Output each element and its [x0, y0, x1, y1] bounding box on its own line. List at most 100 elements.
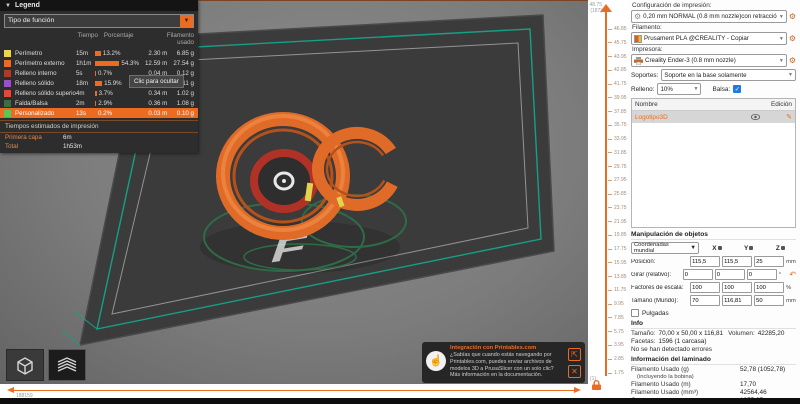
filter-dropdown-icon[interactable]: ▼ [180, 15, 193, 27]
feature-label: Perímetro externo [15, 59, 65, 67]
legend-title: Legend [14, 2, 40, 9]
chevron-down-icon: ▼ [778, 57, 784, 64]
move-slider-track[interactable] [14, 390, 574, 391]
y-input[interactable] [714, 269, 745, 280]
feature-color-swatch [4, 49, 11, 57]
feature-time: 15m [75, 49, 88, 57]
move-slider-left-handle[interactable] [7, 387, 14, 393]
sliced-value: 17,70 [740, 381, 756, 388]
total-label: Total [5, 143, 19, 150]
y-input[interactable] [722, 256, 753, 267]
view-type-value: Tipo de función [8, 17, 55, 24]
feature-filament: 12.59 m [144, 59, 168, 67]
coordinates-select[interactable]: Coordenadas mundial ▼ [631, 242, 699, 254]
manipulation-row-girar-relativo-: Girar (relativo): ° ↶ [631, 269, 796, 280]
manipulation-row-factores-de-escala-: Factores de escala:% [631, 282, 796, 293]
filament-gear-icon[interactable]: ⚙ [789, 34, 796, 44]
printer-select[interactable]: Creality Ender-3 (0.8 mm nozzle) ▼ [631, 54, 787, 67]
collapse-arrow-icon[interactable]: ▼ [5, 3, 11, 9]
lock-icon[interactable] [592, 377, 601, 395]
legend-row-relleno-solido-superior[interactable]: Relleno sólido superior 4m 3.7% 0.34 m 1.02 … [0, 88, 198, 98]
manipulation-label: Girar (relativo): [631, 271, 672, 278]
feature-label: Personalizado [15, 109, 55, 117]
layer-tick: 25.85 [608, 191, 627, 197]
move-slider[interactable]: 188159 188241 [0, 378, 588, 399]
profile-gear-icon: ⚙ [634, 11, 642, 21]
feature-label: Relleno interno [15, 69, 57, 77]
edit-object-icon[interactable]: ✎ [786, 113, 792, 121]
y-input[interactable] [722, 295, 753, 306]
x-input[interactable] [690, 295, 721, 306]
z-input[interactable] [754, 256, 785, 267]
feature-label: Perímetro [15, 49, 43, 57]
view-type-select[interactable]: Tipo de función ▼ [4, 14, 194, 28]
layers-view-button[interactable] [48, 349, 86, 381]
eye-icon[interactable] [751, 114, 761, 120]
sliced-row-filamento-usado-mm-: Filamento Usado (mm³) 42564,46 [631, 389, 796, 396]
sliced-row-filamento-usado-g-: Filamento Usado (g) (incluyendo la bobina… [631, 366, 796, 380]
filament-color-swatch [634, 34, 642, 43]
legend-header[interactable]: ▼ Legend [0, 0, 198, 11]
legend-row-perimetro[interactable]: Perímetro 15m 13.2% 2.30 m 6.85 g [0, 48, 198, 58]
layer-tick: 35.75 [608, 122, 627, 128]
print-settings-gear-icon[interactable]: ⚙ [789, 12, 796, 22]
y-input[interactable] [722, 282, 753, 293]
axis-drag-icon [717, 246, 722, 250]
estimates-title: Tiempos estimados de impresión [0, 120, 198, 133]
z-input[interactable] [746, 269, 777, 280]
x-input[interactable] [682, 269, 713, 280]
printables-logo-icon: ☝ [426, 351, 446, 371]
volume-value: 42285,20 [757, 330, 785, 337]
z-input[interactable] [754, 282, 785, 293]
settings-panel: Configuración de impresión: ⚙ 0,20 mm NO… [628, 0, 800, 398]
print-settings-select[interactable]: ⚙ 0,20 mm NORMAL (0.8 mm nozzle)con retr… [631, 10, 787, 23]
legend-row-falda-balsa[interactable]: Falda/Balsa 2m 2.9% 0.36 m 1.08 g [0, 98, 198, 108]
facets-value: 1596 (1 carcasa) [658, 338, 707, 345]
feature-weight: 27.54 g [173, 59, 194, 67]
feature-color-swatch [4, 89, 11, 97]
legend-row-perimetro-externo[interactable]: Perímetro externo 1h1m 54.3% 12.59 m 27.54 g [0, 58, 198, 68]
layer-slider[interactable]: 48.75 (187) 46.85 45.75 43.95 42.85 41.75 39.… [588, 0, 628, 398]
notification-close-icon[interactable]: ✕ [568, 364, 581, 378]
infill-value: 10% [660, 85, 673, 93]
layer-tick: 41.75 [608, 81, 627, 87]
x-input[interactable] [690, 256, 721, 267]
printables-notification[interactable]: ☝ Integración con Printables.com ¿Sabías… [422, 342, 585, 383]
layer-tick: 27.95 [608, 177, 627, 183]
unit-label: % [786, 284, 792, 291]
move-slider-right-handle[interactable] [574, 387, 581, 393]
notification-export-icon[interactable]: ⇱ [568, 347, 581, 361]
filament-select[interactable]: Prusament PLA @CREALITY - Copiar ▼ [631, 32, 787, 45]
3d-view-button[interactable] [6, 349, 44, 381]
size-label: Tamaño: [631, 330, 656, 337]
layer-slider-track[interactable] [605, 10, 607, 376]
manipulation-title: Manipulación de objetos [631, 231, 796, 240]
manipulation-label: Posición: [631, 258, 656, 265]
legend-row-tooltip: Clic para ocultar [129, 75, 184, 88]
printer-gear-icon[interactable]: ⚙ [789, 56, 796, 66]
z-input[interactable] [754, 295, 785, 306]
printer-label: Impresora: [632, 46, 663, 53]
axis-header-z: Z [776, 245, 785, 252]
supports-select[interactable]: Soporte en la base solamente ▼ [661, 69, 796, 81]
sliced-label: Filamento Usado (g) (incluyendo la bobina… [631, 366, 694, 380]
printer-icon [634, 56, 643, 65]
feature-weight: 1.02 g [176, 89, 194, 97]
legend-row-personalizado[interactable]: Personalizado 13s 0.2% 0.03 m 0.10 g [0, 108, 198, 118]
infill-select[interactable]: 10% ▼ [657, 83, 702, 95]
raft-checkbox[interactable]: ✓ [733, 85, 742, 93]
object-list: Nombre Edición Logotipo3D ✎ [631, 98, 796, 228]
volume-label: Volumen: [728, 330, 755, 337]
feature-percent: 0.2% [94, 110, 141, 117]
inches-checkbox[interactable] [631, 309, 639, 317]
x-input[interactable] [690, 282, 721, 293]
undo-rotation-icon[interactable]: ↶ [789, 270, 796, 279]
feature-percent: 54.3% [94, 60, 141, 67]
size-value: 70,00 x 50,00 x 116,81 [658, 330, 724, 337]
layer-tick: 29.75 [608, 164, 627, 170]
feature-filament: 0.34 m [148, 89, 168, 97]
object-list-row[interactable]: Logotipo3D ✎ [632, 111, 795, 123]
bottom-bar [0, 398, 800, 404]
manipulation-row-tamano-mundo-: Tamaño (Mundo): mm [631, 295, 796, 306]
feature-weight: 6.85 g [176, 49, 194, 57]
